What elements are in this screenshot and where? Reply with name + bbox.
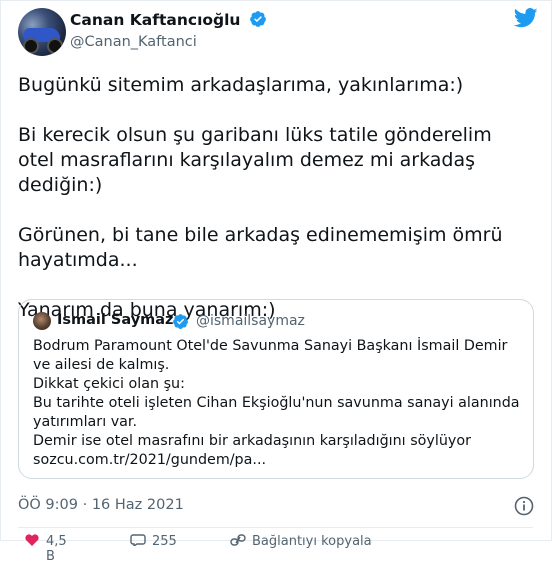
share-link-label[interactable]: Bağlantıyı kopyala xyxy=(252,534,372,549)
quoted-line: Bodrum Paramount Otel'de Savunma Sanayi … xyxy=(33,338,508,373)
avatar[interactable] xyxy=(18,8,66,56)
tweet-line: Bugünkü sitemim arkadaşlarıma, yakınları… xyxy=(18,74,464,96)
quoted-display-name: İsmail Saymaz xyxy=(57,312,174,328)
info-icon[interactable] xyxy=(514,496,534,520)
tweet-line: Görünen, bi tane bile arkadaş edinememiş… xyxy=(18,224,503,271)
quoted-link[interactable]: sozcu.com.tr/2021/gundem/pa... xyxy=(33,451,523,470)
twitter-bird-icon[interactable] xyxy=(513,8,538,32)
share-link-icon[interactable] xyxy=(230,534,246,550)
tweet-line: Bi kerecik olsun şu garibanı lüks tatile… xyxy=(18,124,492,196)
verified-badge-icon xyxy=(172,313,189,334)
quoted-line: Bu tarihte oteli işleten Cihan Ekşioğlu'… xyxy=(33,395,520,430)
like-icon[interactable] xyxy=(24,534,40,550)
quoted-line: Dikkat çekici olan şu: xyxy=(33,376,185,392)
verified-badge-icon xyxy=(249,10,267,32)
quoted-avatar xyxy=(33,312,51,330)
quoted-tweet[interactable]: İsmail Saymaz @ismailsaymaz Bodrum Param… xyxy=(18,299,534,479)
tweet-text: Bugünkü sitemim arkadaşlarıma, yakınları… xyxy=(18,73,533,323)
author-handle[interactable]: @Canan_Kaftanci xyxy=(70,34,267,50)
reply-count: 255 xyxy=(152,534,177,549)
author-info[interactable]: Canan Kaftancıoğlu @Canan_Kaftanci xyxy=(70,10,267,50)
reply-icon[interactable] xyxy=(130,534,146,550)
like-count: 4,5 B xyxy=(46,534,67,564)
quoted-text: Bodrum Paramount Otel'de Savunma Sanayi … xyxy=(33,337,523,470)
divider xyxy=(18,527,533,528)
tweet-card: Canan Kaftancıoğlu @Canan_Kaftanci Bugün… xyxy=(0,0,552,564)
tweet-header: Canan Kaftancıoğlu @Canan_Kaftanci xyxy=(18,8,538,58)
tweet-timestamp[interactable]: ÖÖ 9:09 · 16 Haz 2021 xyxy=(18,497,184,513)
author-display-name[interactable]: Canan Kaftancıoğlu xyxy=(70,11,240,29)
quoted-handle: @ismailsaymaz xyxy=(196,313,305,329)
quoted-line: Demir ise otel masrafını bir arkadaşının… xyxy=(33,433,471,449)
